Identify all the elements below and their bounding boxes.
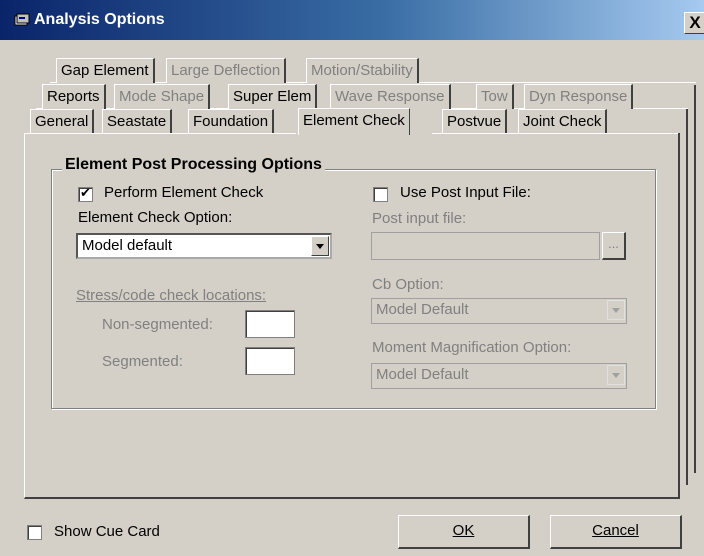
tab-postvue[interactable]: Postvue: [442, 109, 508, 134]
perform-check-checkbox[interactable]: ✔: [78, 185, 93, 202]
window-title: Analysis Options: [34, 11, 165, 28]
tab-general[interactable]: General: [30, 109, 95, 134]
checkmark-icon: ✔: [80, 185, 91, 200]
non-segmented-label: Non-segmented:: [102, 316, 213, 333]
tab-gap-element[interactable]: Gap Element: [56, 58, 155, 83]
tab-joint-check[interactable]: Joint Check: [518, 109, 608, 134]
use-post-input-label[interactable]: Use Post Input File:: [400, 184, 531, 201]
panel-top-edge: [432, 133, 678, 134]
tab-dyn-response[interactable]: Dyn Response: [524, 84, 634, 109]
perform-check-label[interactable]: Perform Element Check: [104, 184, 263, 201]
tab-stack-edge: [686, 109, 688, 485]
tab-tow[interactable]: Tow: [476, 84, 514, 109]
tab-wave-response[interactable]: Wave Response: [330, 84, 451, 109]
tab-motion-stability[interactable]: Motion/Stability: [306, 58, 419, 83]
tab-mode-shape[interactable]: Mode Shape: [114, 84, 211, 109]
tab-stack-edge: [694, 85, 696, 473]
check-option-label: Element Check Option:: [78, 209, 233, 226]
segmented-input[interactable]: [245, 347, 295, 375]
ok-button-label: OK: [452, 522, 475, 539]
tab-element-check[interactable]: Element Check: [298, 108, 410, 135]
moment-magnification-select[interactable]: Model Default: [371, 363, 627, 389]
close-button[interactable]: X: [684, 12, 704, 34]
tab-large-deflection[interactable]: Large Deflection: [166, 58, 287, 83]
tab-foundation[interactable]: Foundation: [188, 109, 275, 134]
cb-option-value: Model Default: [376, 301, 469, 318]
non-segmented-input[interactable]: [245, 310, 295, 338]
dropdown-button[interactable]: [311, 236, 329, 256]
browse-button[interactable]: ...: [602, 232, 626, 260]
check-option-value: Model default: [82, 237, 173, 254]
group-title: Element Post Processing Options: [62, 156, 325, 174]
dropdown-button[interactable]: [607, 365, 625, 385]
cue-card-label[interactable]: Show Cue Card: [54, 523, 160, 540]
cb-option-label: Cb Option:: [372, 276, 444, 293]
dropdown-button[interactable]: [607, 300, 625, 320]
tab-seastate[interactable]: Seastate: [102, 109, 173, 134]
ok-button[interactable]: OK: [398, 515, 530, 549]
stress-locations-label: Stress/code check locations:: [76, 287, 267, 304]
app-icon: [14, 13, 30, 26]
panel-top-edge: [24, 133, 296, 134]
cancel-button[interactable]: Cancel: [550, 515, 682, 549]
cue-card-checkbox[interactable]: [27, 525, 42, 540]
moment-magnification-value: Model Default: [376, 366, 469, 383]
segmented-label: Segmented:: [102, 353, 183, 370]
check-option-select[interactable]: Model default: [76, 233, 332, 259]
moment-magnification-label: Moment Magnification Option:: [372, 339, 572, 356]
cancel-button-label: Cancel: [592, 522, 639, 539]
chevron-down-icon: [316, 244, 324, 249]
post-input-field[interactable]: [371, 232, 600, 260]
cb-option-select[interactable]: Model Default: [371, 298, 627, 324]
tab-reports[interactable]: Reports: [42, 84, 106, 109]
post-input-label: Post input file:: [372, 210, 467, 227]
chevron-down-icon: [612, 308, 620, 313]
tab-super-elem[interactable]: Super Elem: [228, 84, 318, 109]
chevron-down-icon: [612, 373, 620, 378]
use-post-input-checkbox[interactable]: [373, 187, 388, 202]
